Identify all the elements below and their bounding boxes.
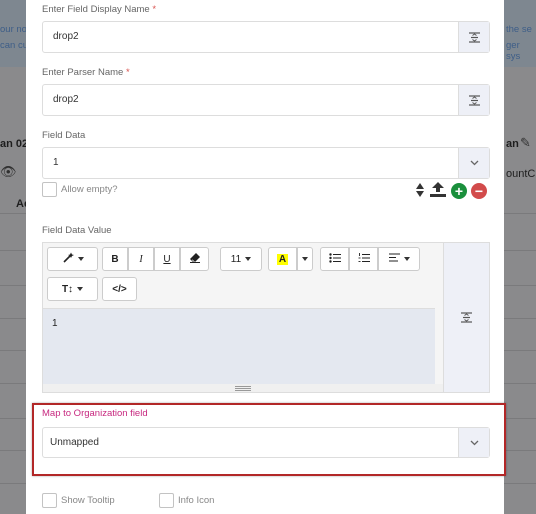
org-field-value: Unmapped [50,437,99,448]
numbered-list-button[interactable] [349,247,378,271]
fit-width-icon [468,94,480,106]
background-text: our no [0,24,27,35]
bullet-list-button[interactable] [320,247,349,271]
chevron-down-icon[interactable] [458,428,489,457]
org-field-select[interactable]: Unmapped [42,427,490,458]
editor-content: 1 [52,318,58,329]
text-color-dropdown[interactable] [297,247,313,271]
field-edit-modal: Enter Field Display Name * drop2 Enter P… [26,0,506,514]
required-mark: * [125,67,130,78]
show-tooltip-label: Show Tooltip [61,495,115,506]
font-size-dropdown[interactable]: 11 [220,247,262,271]
remove-icon[interactable]: − [471,183,487,199]
org-field-label: Map to Organization field [42,408,148,419]
chevron-down-icon [302,257,308,261]
eye-icon: 👁 [0,164,17,179]
background-column-heading: an [506,138,519,150]
ordered-list-icon [358,252,370,266]
background-text: can cu [0,40,28,51]
parser-name-input[interactable]: drop2 [42,84,490,116]
info-icon-label: Info Icon [178,495,215,506]
align-left-icon [388,253,400,265]
editor-content-area[interactable]: 1 [43,308,435,386]
fit-width-icon [461,312,472,323]
field-data-value: 1 [53,157,59,168]
magic-wand-icon [62,252,74,267]
allow-empty-label: Allow empty? [61,184,118,195]
chevron-down-icon [77,257,84,261]
background-cell-text: ountCu [506,168,536,180]
fit-width-button[interactable] [458,22,489,52]
field-data-select[interactable]: 1 [42,147,490,179]
field-data-value-label: Field Data Value [42,225,112,236]
chevron-down-icon[interactable] [458,148,489,178]
fit-width-icon [468,31,480,43]
display-name-value: drop2 [53,31,79,42]
display-name-label: Enter Field Display Name * [42,4,156,15]
text-color-button[interactable]: A [268,247,297,271]
text-color-letter: A [276,253,289,265]
parser-name-label-text: Enter Parser Name [42,67,124,78]
code-view-button[interactable]: </> [102,277,137,301]
show-tooltip-checkbox[interactable] [42,493,57,508]
field-data-actions: + − [415,181,487,201]
background-text: ger sys [506,40,521,62]
parser-name-value: drop2 [53,94,79,105]
line-height-icon: T↕ [61,283,74,295]
background-text: the se [506,24,532,35]
resize-grip-icon [235,385,251,391]
display-name-label-text: Enter Field Display Name [42,4,150,15]
bold-button[interactable]: B [102,247,128,271]
magic-style-button[interactable] [47,247,98,271]
fit-width-button[interactable] [444,242,490,393]
font-size-value: 11 [230,253,242,265]
background-column-heading: an 02 [0,138,29,150]
paragraph-align-dropdown[interactable] [378,247,420,271]
field-data-label: Field Data [42,130,86,141]
unordered-list-icon [328,252,341,266]
rich-text-editor: B I U 11 A T↕ </> 1 [42,242,444,393]
display-name-input[interactable]: drop2 [42,21,490,53]
allow-empty-checkbox[interactable] [42,182,57,197]
chevron-down-icon [77,287,84,291]
editor-resize-handle[interactable] [43,384,443,392]
upload-icon[interactable] [429,181,447,201]
underline-button[interactable]: U [154,247,180,271]
chevron-down-icon [403,257,410,261]
fit-width-button[interactable] [458,85,489,115]
eraser-icon [189,252,201,266]
add-icon[interactable]: + [451,183,467,199]
eraser-button[interactable] [180,247,209,271]
sort-icon[interactable] [415,182,425,201]
info-icon-checkbox[interactable] [159,493,174,508]
edit-icon: ✎ [520,135,531,150]
italic-button[interactable]: I [128,247,154,271]
parser-name-label: Enter Parser Name * [42,67,130,78]
line-height-dropdown[interactable]: T↕ [47,277,98,301]
chevron-down-icon [245,257,252,261]
required-mark: * [152,4,157,15]
